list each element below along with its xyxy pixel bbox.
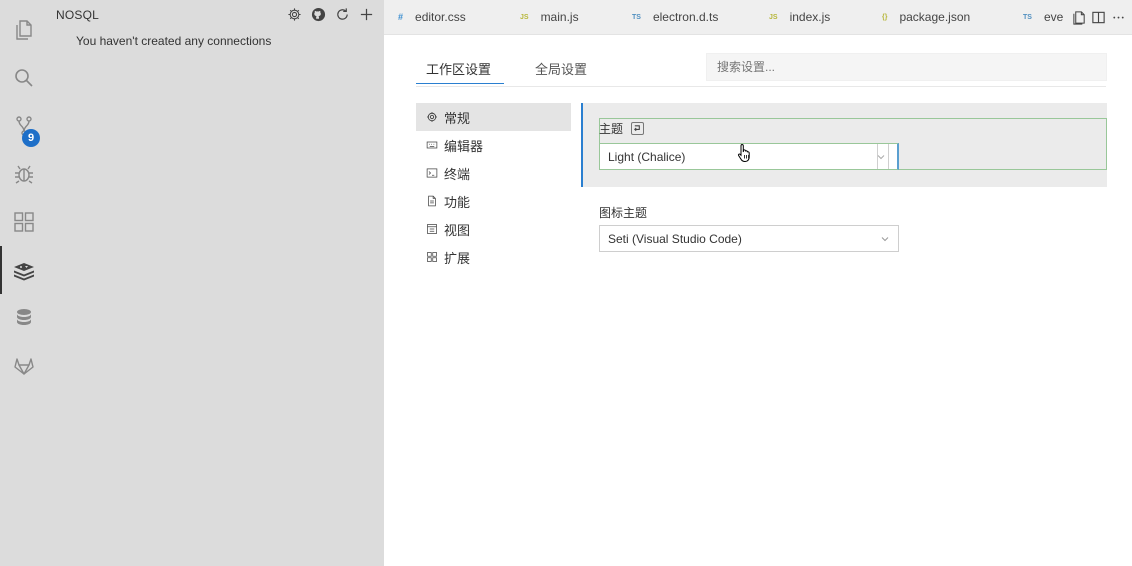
toc-label: 编辑器: [444, 138, 484, 154]
js-file-icon: JS: [769, 13, 778, 21]
tab-main-js[interactable]: JS main.js: [520, 0, 579, 34]
activity-bar: 9: [0, 0, 48, 566]
editor-tabs: # editor.css JS main.js TS electron.d.ts…: [384, 0, 1132, 35]
toc-item-extensions[interactable]: 扩展: [416, 243, 571, 271]
tab-label: main.js: [540, 10, 579, 24]
gear-icon[interactable]: [286, 6, 302, 22]
settings-header-divider: [416, 86, 1106, 87]
terminal-icon: [426, 168, 438, 178]
source-control-icon[interactable]: 9: [0, 102, 48, 150]
tab-eve[interactable]: TS eve: [1023, 0, 1063, 34]
settings-toc: 常规 编辑器 终端 功能 视图 扩展: [416, 103, 571, 271]
toc-label: 常规: [444, 110, 471, 126]
sidebar-nosql: NOSQL You haven't created any connection…: [48, 0, 384, 566]
gitlab-icon[interactable]: [0, 342, 48, 390]
extensions-icon[interactable]: [0, 198, 48, 246]
chevron-down-icon: [881, 237, 889, 242]
tab-electron-d-ts[interactable]: TS electron.d.ts: [632, 0, 718, 34]
theme-select-value: Light (Chalice): [608, 149, 686, 164]
reset-setting-icon[interactable]: [631, 122, 645, 135]
more-actions-icon[interactable]: [1111, 10, 1126, 25]
tab-user-settings[interactable]: 全局设置: [535, 59, 587, 78]
window-icon: [427, 224, 437, 234]
tab-label: electron.d.ts: [652, 10, 719, 24]
active-tab-indicator: [416, 83, 504, 84]
hand-cursor-icon: [737, 143, 750, 162]
css-file-icon: #: [398, 12, 404, 22]
tab-label: eve: [1043, 10, 1064, 24]
tab-label: package.json: [899, 10, 971, 24]
tab-package-json[interactable]: {} package.json: [882, 0, 970, 34]
toc-label: 终端: [444, 166, 471, 182]
database-icon[interactable]: [0, 294, 48, 342]
github-icon[interactable]: [310, 6, 326, 22]
json-file-icon: {}: [882, 13, 888, 21]
js-file-icon: JS: [520, 13, 529, 21]
toc-item-workbench[interactable]: 视图: [416, 215, 571, 243]
add-connection-icon[interactable]: [358, 6, 374, 22]
tab-label: index.js: [789, 10, 831, 24]
editor-actions: [1066, 0, 1132, 34]
setting-theme-label: 主题: [599, 122, 624, 136]
icon-theme-select-value: Seti (Visual Studio Code): [608, 231, 742, 246]
gear-icon: [427, 112, 437, 122]
settings-search-input[interactable]: [706, 53, 1107, 81]
tab-editor-css[interactable]: # editor.css: [398, 0, 466, 34]
explorer-icon[interactable]: [0, 6, 48, 54]
sidebar-actions: [286, 6, 374, 22]
chevron-down-icon: [877, 155, 885, 160]
extensions-icon: [427, 252, 437, 262]
setting-icon-theme-title: 图标主题: [599, 206, 648, 220]
split-editor-icon[interactable]: [1091, 10, 1106, 25]
search-icon[interactable]: [0, 54, 48, 102]
setting-theme: 主题 Light (Chalice): [581, 103, 1107, 187]
tab-workspace-settings[interactable]: 工作区设置: [426, 59, 491, 78]
refresh-icon[interactable]: [334, 6, 350, 22]
toc-label: 视图: [444, 222, 471, 238]
icon-theme-select[interactable]: Seti (Visual Studio Code): [599, 225, 899, 252]
tab-label: editor.css: [415, 10, 466, 24]
toc-label: 功能: [444, 194, 471, 210]
empty-connections-message: You haven't created any connections: [76, 34, 272, 48]
settings-editor: 工作区设置 全局设置 常规 编辑器 终端 功能 视图 扩展: [384, 35, 1132, 566]
toc-item-features[interactable]: 功能: [416, 187, 571, 215]
ts-file-icon: TS: [1023, 13, 1032, 21]
ts-file-icon: TS: [632, 13, 641, 21]
debug-icon[interactable]: [0, 150, 48, 198]
open-file-icon[interactable]: [1072, 10, 1087, 25]
setting-theme-title: 主题: [599, 120, 645, 137]
redis-icon[interactable]: [0, 246, 48, 294]
file-icon: [428, 195, 436, 207]
toc-label: 扩展: [444, 250, 471, 266]
tab-index-js[interactable]: JS index.js: [769, 0, 830, 34]
toc-item-terminal[interactable]: 终端: [416, 159, 571, 187]
source-control-badge: 9: [22, 129, 40, 147]
toc-item-general[interactable]: 常规: [416, 103, 571, 131]
sidebar-title: NOSQL: [56, 8, 100, 22]
keyboard-icon: [426, 141, 438, 149]
toc-item-editor[interactable]: 编辑器: [416, 131, 571, 159]
